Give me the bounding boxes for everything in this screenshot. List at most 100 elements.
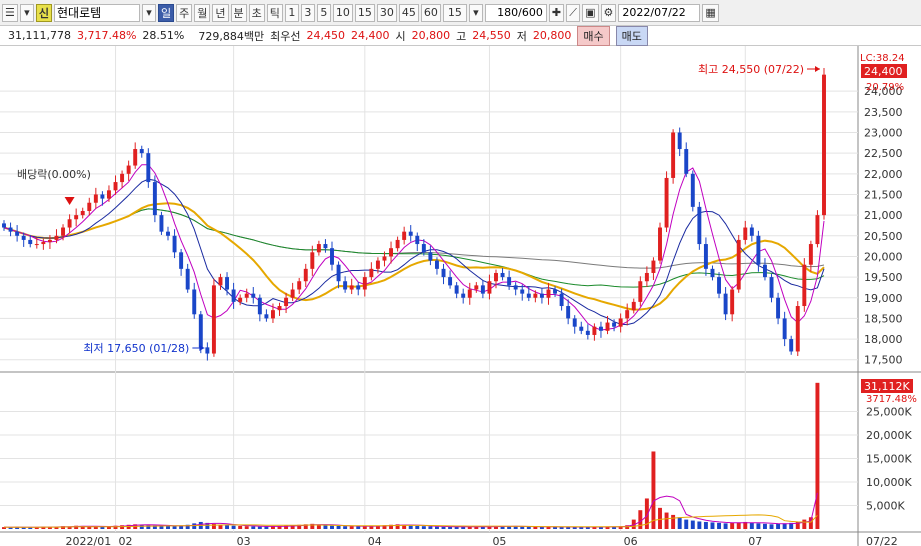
candle-body [192, 289, 197, 315]
volume-tick-label: 15,000K [866, 453, 912, 466]
candle-body [133, 149, 138, 166]
tab-weekly[interactable]: 주 [176, 3, 193, 22]
volume-bar [192, 523, 197, 529]
candle-body [67, 219, 72, 228]
candle-body [815, 215, 820, 245]
candle-body [441, 268, 446, 278]
tab-tick[interactable]: 틱 [266, 3, 283, 22]
interval-30[interactable]: 30 [376, 3, 397, 22]
tab-monthly[interactable]: 월 [194, 3, 211, 22]
candle-body [822, 74, 826, 216]
candle-body [415, 235, 420, 245]
candle-body [120, 173, 125, 183]
candle-body [257, 297, 262, 315]
candle-body [448, 277, 453, 286]
tab-yearly[interactable]: 년 [212, 3, 229, 22]
interval-1[interactable]: 1 [284, 3, 299, 22]
interval-select[interactable]: 15 [442, 3, 467, 22]
volume-bar [513, 526, 518, 529]
interval-5[interactable]: 5 [316, 3, 331, 22]
candle-body [179, 252, 184, 269]
candle-body [369, 268, 374, 278]
candle-body [428, 252, 433, 261]
trend-tool-icon[interactable]: ⟋ [566, 3, 581, 22]
candle-body [487, 281, 492, 294]
tab-second[interactable]: 초 [248, 3, 265, 22]
candle-body [382, 256, 387, 261]
period-count-field[interactable]: 180/600 [484, 3, 547, 22]
interval-15[interactable]: 15 [354, 3, 375, 22]
candle-body [730, 289, 735, 315]
volume-bar [448, 526, 453, 529]
volume-bar [769, 524, 774, 529]
interval-3[interactable]: 3 [300, 3, 315, 22]
candle-body [21, 235, 26, 240]
chart-background [0, 46, 921, 546]
volume-bar [349, 526, 354, 529]
crosshair-icon[interactable]: ✚ [548, 3, 565, 22]
volume-bar [225, 525, 230, 529]
candle-body [126, 165, 131, 174]
save-icon[interactable]: ▣ [582, 3, 599, 22]
menu-icon[interactable]: ☰ [2, 3, 18, 22]
candle-body [270, 310, 275, 319]
tab-daily[interactable]: 일 [158, 3, 175, 22]
price-tick-label: 23,500 [864, 106, 903, 119]
volume-bar [782, 523, 787, 529]
candle-body [684, 149, 689, 174]
volume-bar [415, 525, 420, 529]
candle-body [658, 227, 662, 261]
gear-icon[interactable]: ⚙ [600, 3, 617, 22]
candle-body [244, 293, 249, 298]
volume-bar [257, 526, 262, 529]
candle-body [546, 289, 551, 298]
stock-name-field[interactable]: 현대로템 [54, 3, 140, 22]
volume-bar [697, 521, 702, 529]
interval-60[interactable]: 60 [420, 3, 441, 22]
candle-body [782, 318, 787, 340]
interval-10[interactable]: 10 [332, 3, 353, 22]
candle-body [323, 244, 328, 249]
stock-chart[interactable]: 17,500 18,000 18,500 19,000 19,500 20,000 20,5… [0, 46, 921, 546]
price-tick-label: 19,000 [864, 292, 903, 305]
candle-body [494, 272, 498, 282]
time-tick-label: 06 [624, 535, 638, 546]
calendar-icon[interactable]: ▦ [702, 3, 719, 22]
candle-body [749, 227, 754, 236]
interval-45[interactable]: 45 [398, 3, 419, 22]
candle-body [106, 190, 111, 199]
volume-bar [671, 514, 676, 529]
candle-body [225, 277, 230, 290]
candle-body [533, 293, 538, 298]
interval-dropdown-icon[interactable]: ▾ [468, 3, 483, 22]
time-tick-label: 04 [368, 535, 382, 546]
tab-minute[interactable]: 분 [230, 3, 247, 22]
volume-bar [434, 526, 439, 529]
candle-body [362, 277, 367, 290]
dropdown-chevron-icon[interactable]: ▾ [19, 3, 34, 22]
candle-body [605, 322, 610, 331]
current-volume-label: 31,112K [864, 380, 910, 393]
price-tick-label: 21,000 [864, 209, 903, 222]
search-dropdown-button[interactable]: ▾ [142, 3, 156, 22]
candle-body [152, 182, 157, 216]
volume-bar [251, 526, 256, 529]
candle-body [238, 297, 243, 302]
volume-tick-label: 20,000K [866, 429, 912, 442]
buy-button[interactable]: 매수 [577, 25, 610, 46]
volume-tick-label: 25,000K [866, 406, 912, 419]
candle-body [507, 277, 512, 286]
candle-body [513, 285, 518, 290]
candle-body [330, 248, 334, 265]
sell-button[interactable]: 매도 [615, 25, 648, 46]
candle-body [28, 239, 33, 245]
candle-body [618, 318, 623, 327]
time-tick-label: 05 [492, 535, 506, 546]
date-field[interactable]: 2022/07/22 [618, 3, 701, 22]
volume-bar [520, 526, 525, 529]
last-date-label: 07/22 [866, 535, 898, 546]
candle-body [703, 244, 708, 269]
low-annotation: 최저 17,650 (01/28) [83, 342, 189, 355]
candle-body [251, 293, 256, 298]
candle-body [566, 306, 571, 319]
